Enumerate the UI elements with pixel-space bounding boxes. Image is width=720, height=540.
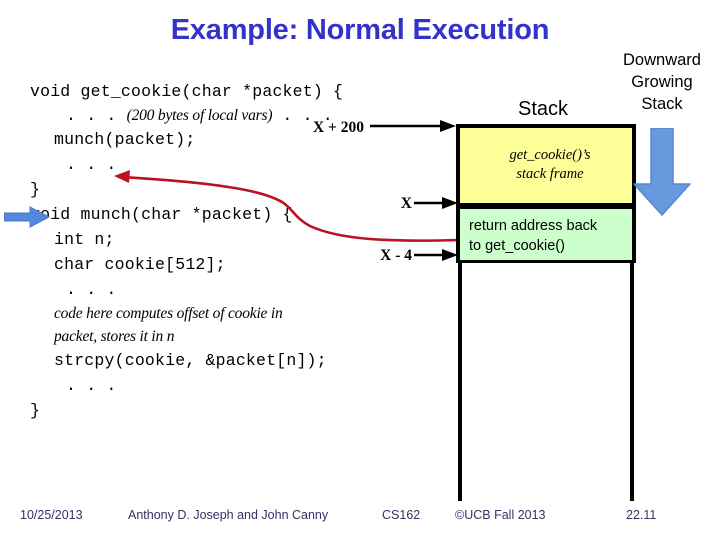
code-line-comment: code here computes offset of cookie in bbox=[54, 305, 283, 322]
leader-arrow-top bbox=[370, 120, 456, 132]
footer-copyright: ©UCB Fall 2013 bbox=[455, 508, 546, 522]
return-address-label-line1: return address back bbox=[469, 218, 598, 234]
stack-frame-cell: get_cookie()’s stack frame bbox=[456, 124, 636, 206]
comment-text: (200 bytes of local vars) bbox=[126, 107, 273, 124]
address-label-top: X + 200 bbox=[312, 119, 364, 136]
stack-wall-left bbox=[458, 263, 462, 501]
footer-date: 10/25/2013 bbox=[20, 508, 83, 522]
address-label-bottom: X - 4 bbox=[380, 247, 412, 264]
code-line: . . . bbox=[66, 280, 117, 299]
footer-page-number: 22.11 bbox=[626, 508, 657, 522]
code-line: . . . bbox=[66, 376, 117, 395]
stack-label: Stack bbox=[517, 98, 569, 120]
stack-frame-label-line1: get_cookie()’s bbox=[509, 147, 591, 163]
leader-arrow-bottom bbox=[414, 249, 458, 261]
return-address-label-line2: to get_cookie() bbox=[469, 238, 565, 254]
downward-caption-line2: Growing bbox=[631, 73, 693, 91]
slide-footer: 10/25/2013 Anthony D. Joseph and John Ca… bbox=[0, 508, 720, 528]
footer-course: CS162 bbox=[382, 508, 421, 522]
downward-caption-line1: Downward bbox=[623, 51, 701, 69]
code-line-comment: packet, stores it in n bbox=[54, 328, 175, 345]
code-line: } bbox=[30, 180, 41, 199]
code-line: void get_cookie(char *packet) { bbox=[30, 82, 344, 101]
stack-wall-right bbox=[630, 263, 634, 501]
code-line: void munch(char *packet) { bbox=[30, 205, 293, 224]
code-line: strcpy(cookie, &packet[n]); bbox=[54, 351, 327, 370]
return-address-label: return address back to get_cookie() bbox=[469, 216, 639, 256]
page-title: Example: Normal Execution bbox=[170, 14, 550, 46]
address-label-middle: X bbox=[400, 195, 412, 212]
stack-frame-label: get_cookie()’s stack frame bbox=[460, 146, 640, 184]
stack-diagram: get_cookie()’s stack frame return addres… bbox=[456, 124, 636, 263]
code-line: . . . bbox=[66, 155, 117, 174]
downward-growing-caption: Downward Growing Stack bbox=[598, 49, 720, 115]
stack-frame-label-line2: stack frame bbox=[516, 166, 584, 182]
footer-authors: Anthony D. Joseph and John Canny bbox=[128, 508, 329, 522]
down-arrow-icon bbox=[633, 128, 691, 216]
code-line: } bbox=[30, 401, 41, 420]
execution-pointer-icon bbox=[4, 206, 50, 228]
dots-leading: . . . bbox=[66, 106, 127, 125]
return-address-cell: return address back to get_cookie() bbox=[456, 206, 636, 263]
leader-arrow-middle bbox=[414, 197, 458, 209]
downward-caption-line3: Stack bbox=[641, 95, 683, 113]
